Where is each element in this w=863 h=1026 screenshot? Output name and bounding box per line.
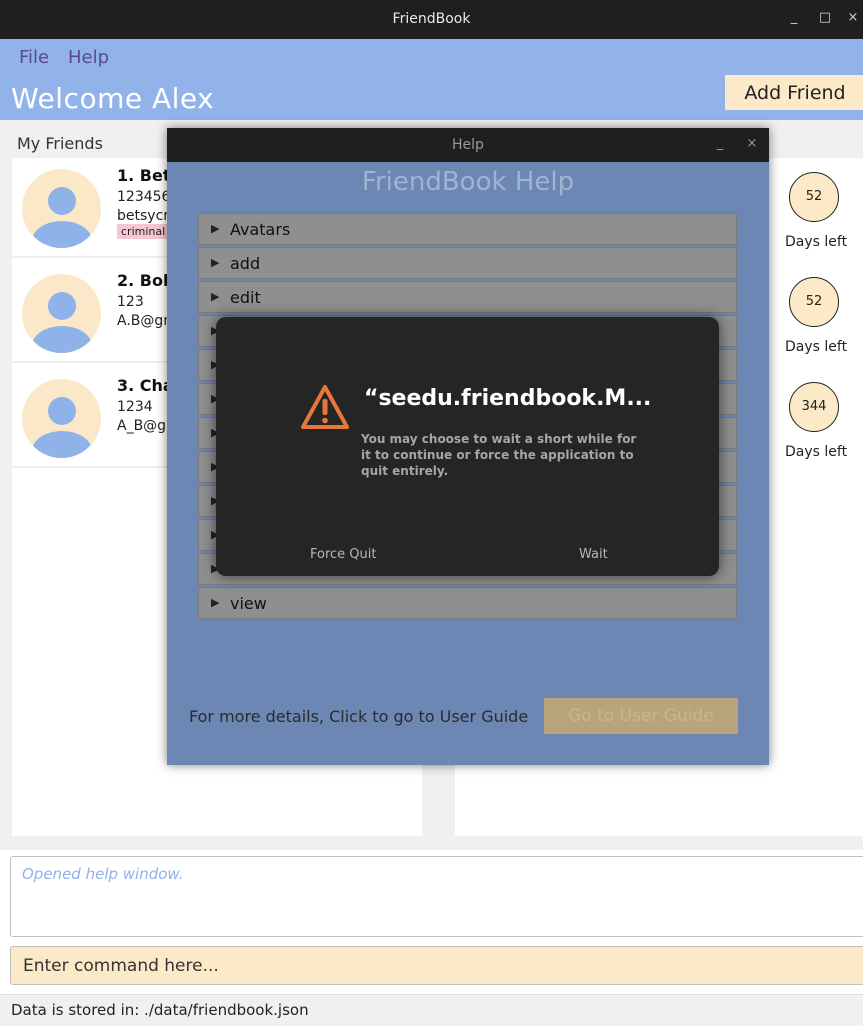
expand-arrow-icon: ▶: [211, 596, 220, 609]
expand-arrow-icon: ▶: [211, 222, 220, 235]
menu-file[interactable]: File: [19, 47, 49, 68]
help-section-avatars[interactable]: ▶ Avatars: [198, 213, 737, 245]
dialog-title: “seedu.friendbook.M...: [364, 386, 652, 411]
status-bar: Data is stored in: ./data/friendbook.jso…: [0, 994, 863, 1026]
warning-icon: [301, 385, 349, 429]
days-left-label: Days left: [785, 444, 848, 460]
help-window-title: Help: [452, 137, 484, 153]
app-titlebar: FriendBook _ □ ×: [0, 0, 863, 39]
friend-tag: criminal: [117, 224, 170, 239]
storage-path: Data is stored in: ./data/friendbook.jso…: [11, 1001, 309, 1019]
friend-phone: 1234: [117, 399, 153, 415]
help-section-view[interactable]: ▶ view: [198, 587, 737, 619]
avatar: [22, 274, 101, 353]
result-display[interactable]: Opened help window.: [10, 856, 863, 937]
avatar: [22, 379, 101, 458]
maximize-icon[interactable]: □: [816, 10, 834, 25]
help-section-add[interactable]: ▶ add: [198, 247, 737, 279]
friends-section-title: My Friends: [17, 134, 103, 153]
friend-phone: 123: [117, 294, 144, 310]
close-icon[interactable]: ×: [743, 136, 761, 151]
result-text: Opened help window.: [22, 865, 184, 883]
welcome-title: Welcome Alex: [11, 82, 215, 115]
add-friend-button[interactable]: Add Friend: [725, 75, 863, 110]
help-heading: FriendBook Help: [361, 167, 575, 197]
wait-button[interactable]: Wait: [579, 547, 608, 562]
help-section-edit[interactable]: ▶ edit: [198, 281, 737, 313]
friend-name: 2. Bob: [117, 271, 175, 290]
days-left-badge: 52: [789, 277, 839, 327]
minimize-icon[interactable]: _: [785, 10, 803, 25]
days-left-label: Days left: [785, 234, 848, 250]
menu-help[interactable]: Help: [68, 47, 109, 68]
days-left-label: Days left: [785, 339, 848, 355]
help-titlebar: Help _ ×: [167, 128, 769, 162]
close-icon[interactable]: ×: [844, 10, 862, 25]
expand-arrow-icon: ▶: [211, 256, 220, 269]
dialog-message: You may choose to wait a short while for…: [361, 432, 637, 478]
app-title: FriendBook: [392, 11, 471, 27]
user-guide-button[interactable]: Go to User Guide: [544, 698, 738, 734]
days-left-badge: 52: [789, 172, 839, 222]
minimize-icon[interactable]: _: [711, 136, 729, 151]
not-responding-dialog: “seedu.friendbook.M... You may choose to…: [216, 317, 719, 576]
avatar: [22, 169, 101, 248]
help-footer-text: For more details, Click to go to User Gu…: [189, 707, 529, 726]
app-header: File Help Welcome Alex Add Friend: [0, 39, 863, 120]
expand-arrow-icon: ▶: [211, 290, 220, 303]
force-quit-button[interactable]: Force Quit: [310, 547, 377, 562]
friend-name: 3. Cha: [117, 376, 174, 395]
command-input[interactable]: [10, 946, 863, 985]
days-left-badge: 344: [789, 382, 839, 432]
